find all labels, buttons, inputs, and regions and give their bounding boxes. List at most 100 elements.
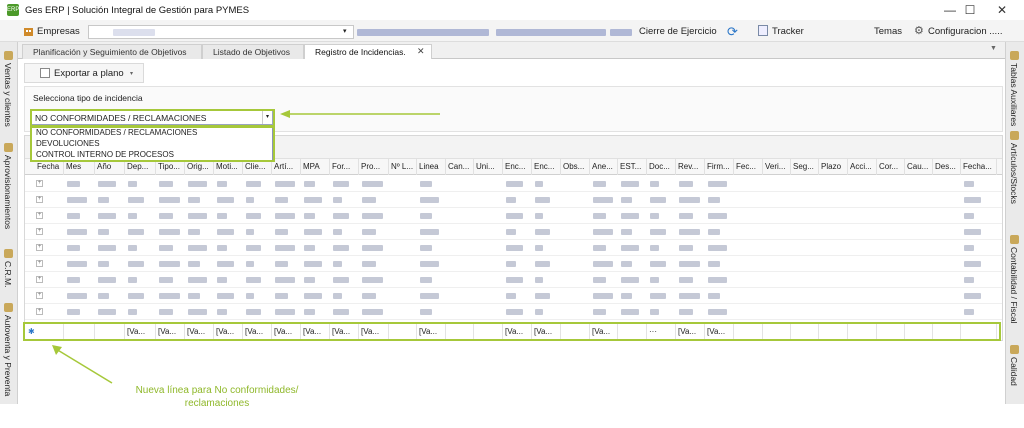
redacted-cell — [128, 261, 144, 267]
column-header[interactable]: Enc... — [532, 159, 561, 175]
column-header[interactable]: Can... — [446, 159, 474, 175]
redacted-cell — [159, 293, 180, 299]
expand-icon[interactable]: + — [36, 212, 43, 219]
table-row[interactable]: + — [25, 288, 1002, 304]
redacted-cell — [128, 309, 137, 315]
redacted-cell — [217, 181, 227, 187]
sidebar-item-articulos[interactable]: Artículos/Stocks — [1009, 128, 1019, 207]
redacted-cell — [304, 277, 315, 283]
redacted-company-info — [610, 29, 632, 36]
column-header[interactable]: Pro... — [359, 159, 389, 175]
sidebar-item-autoventa[interactable]: Autoventa y Preventa — [3, 300, 13, 399]
column-header[interactable]: Firm... — [705, 159, 734, 175]
close-icon[interactable]: ✕ — [417, 46, 425, 57]
chevron-down-icon[interactable]: ▾ — [343, 25, 347, 39]
tab-listado-objetivos[interactable]: Listado de Objetivos — [202, 44, 304, 59]
sidebar-item-contabilidad[interactable]: Contabilidad / Fiscal — [1009, 232, 1019, 327]
configuracion-button[interactable]: Configuracion ..... — [928, 26, 1002, 37]
column-header[interactable]: Obs... — [561, 159, 590, 175]
table-row[interactable]: + — [25, 208, 1002, 224]
column-header[interactable]: Fecha... — [961, 159, 997, 175]
table-row[interactable]: + — [25, 176, 1002, 192]
column-header[interactable]: Uni... — [474, 159, 503, 175]
tab-planificacion[interactable]: Planificación y Seguimiento de Objetivos — [22, 44, 202, 59]
tab-list-icon[interactable]: ▼ — [990, 45, 997, 52]
column-header[interactable]: EST... — [618, 159, 647, 175]
export-icon[interactable] — [40, 68, 50, 78]
sidebar-item-tablas-auxiliares[interactable]: Tablas Auxiliares — [1009, 48, 1019, 129]
table-row[interactable]: + — [25, 304, 1002, 320]
tracker-icon[interactable] — [758, 25, 768, 36]
sidebar-item-aprovisionamientos[interactable]: Aprovisionamientos — [3, 140, 13, 232]
tracker-button[interactable]: Tracker — [772, 26, 804, 37]
crm-icon — [3, 249, 13, 258]
redacted-cell — [506, 293, 516, 299]
expand-icon[interactable]: + — [36, 244, 43, 251]
sidebar-item-label: C.R.M. — [3, 261, 13, 288]
sidebar-item-crm[interactable]: C.R.M. — [3, 246, 13, 290]
column-header[interactable]: Doc... — [647, 159, 676, 175]
empresas-select[interactable] — [88, 25, 354, 39]
close-window-button[interactable]: ✕ — [987, 0, 1017, 20]
redacted-cell — [964, 229, 981, 235]
table-row[interactable]: + — [25, 192, 1002, 208]
redacted-cell — [98, 261, 109, 267]
redacted-cell — [275, 309, 295, 315]
column-header[interactable]: Ane... — [590, 159, 618, 175]
refresh-icon[interactable]: ⟳ — [727, 24, 738, 40]
redacted-cell — [188, 229, 200, 235]
redacted-cell — [708, 213, 727, 219]
cierre-ejercicio-button[interactable]: Cierre de Ejercicio — [639, 26, 717, 37]
expand-icon[interactable]: + — [36, 308, 43, 315]
redacted-cell — [593, 229, 613, 235]
maximize-button[interactable]: ☐ — [955, 0, 985, 20]
column-header[interactable]: Acci... — [848, 159, 877, 175]
column-header[interactable]: Nº L... — [389, 159, 417, 175]
column-header[interactable]: Des... — [933, 159, 961, 175]
redacted-cell — [67, 293, 87, 299]
chevron-down-icon[interactable]: ▾ — [130, 70, 133, 77]
column-header[interactable]: For... — [330, 159, 359, 175]
column-header[interactable]: Cor... — [877, 159, 905, 175]
column-header[interactable]: Seg... — [791, 159, 819, 175]
column-header[interactable]: Rev... — [676, 159, 705, 175]
configuracion-label: Configuracion — [928, 26, 987, 37]
redacted-cell — [535, 213, 543, 219]
redacted-cell — [420, 229, 439, 235]
redacted-cell — [217, 309, 227, 315]
table-row[interactable]: + — [25, 224, 1002, 240]
temas-button[interactable]: Temas — [874, 26, 902, 37]
gear-icon[interactable]: ⚙ — [914, 24, 924, 37]
column-header[interactable]: Veri... — [763, 159, 791, 175]
column-header[interactable]: Linea — [417, 159, 446, 175]
calidad-icon — [1009, 345, 1019, 354]
sidebar-item-ventas[interactable]: Ventas y clientes — [3, 48, 13, 130]
table-row[interactable]: + — [25, 256, 1002, 272]
column-header[interactable]: MPA — [301, 159, 330, 175]
column-header[interactable]: Fec... — [734, 159, 763, 175]
expand-icon[interactable]: + — [36, 292, 43, 299]
redacted-cell — [217, 245, 227, 251]
expand-icon[interactable]: + — [36, 228, 43, 235]
redacted-cell — [650, 309, 659, 315]
tab-registro-incidencias[interactable]: Registro de Incidencias. — [304, 44, 432, 60]
expand-icon[interactable]: + — [36, 196, 43, 203]
redacted-cell — [964, 293, 981, 299]
column-header[interactable]: Enc... — [503, 159, 532, 175]
export-button[interactable]: Exportar a plano — [54, 68, 124, 79]
expand-icon[interactable]: + — [36, 180, 43, 187]
column-header[interactable]: Plazo — [819, 159, 848, 175]
redacted-cell — [217, 277, 227, 283]
redacted-cell — [506, 277, 523, 283]
table-row[interactable]: + — [25, 272, 1002, 288]
expand-icon[interactable]: + — [36, 276, 43, 283]
column-header[interactable]: Artí... — [272, 159, 301, 175]
column-header[interactable]: Cau... — [905, 159, 933, 175]
sidebar-item-calidad[interactable]: Calidad — [1009, 342, 1019, 389]
redacted-cell — [650, 277, 659, 283]
expand-icon[interactable]: + — [36, 260, 43, 267]
table-row[interactable]: + — [25, 240, 1002, 256]
redacted-cell — [420, 309, 432, 315]
redacted-cell — [275, 197, 288, 203]
redacted-cell — [650, 261, 666, 267]
